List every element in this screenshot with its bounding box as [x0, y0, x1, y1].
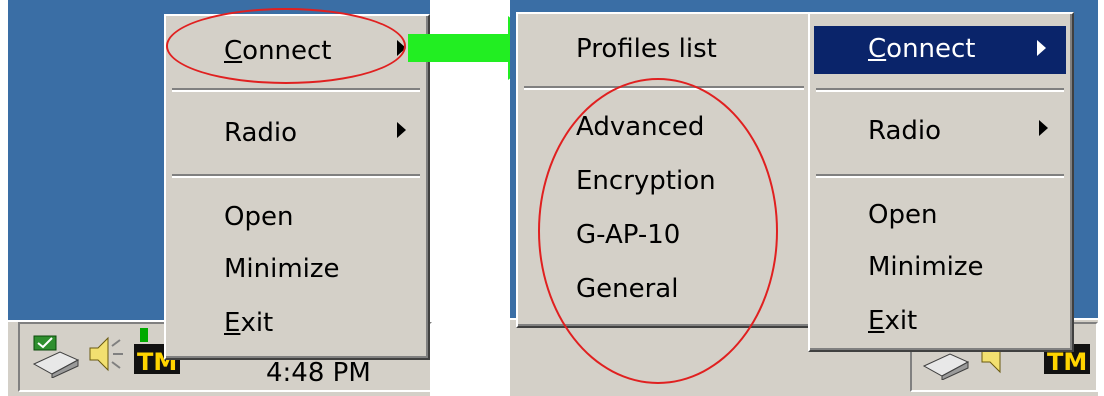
submenu-item-profile[interactable]: General: [518, 272, 812, 312]
menu-item-connect-label: Connect: [224, 36, 332, 66]
menu-item-connect[interactable]: Connect: [814, 26, 1066, 74]
menu-item-exit-label: Exit: [868, 306, 918, 336]
menu-separator: [816, 174, 1064, 178]
menu-item-open[interactable]: Open: [810, 198, 1072, 238]
tray-clock[interactable]: 4:48 PM: [266, 358, 371, 388]
profiles-submenu: Profiles list Advanced Encryption G-AP-1…: [516, 12, 814, 328]
menu-item-exit[interactable]: Exit: [166, 306, 428, 346]
menu-item-connect[interactable]: Connect: [166, 32, 428, 74]
svg-text:TM: TM: [1047, 348, 1087, 376]
submenu-item-profile[interactable]: G-AP-10: [518, 218, 812, 258]
menu-item-open[interactable]: Open: [166, 200, 428, 240]
context-menu-left: Connect Radio Open Minimize Exit: [164, 14, 430, 360]
menu-item-radio[interactable]: Radio: [810, 112, 1072, 154]
submenu-arrow-icon: [1039, 120, 1048, 136]
menu-separator: [816, 88, 1064, 92]
menu-item-minimize[interactable]: Minimize: [166, 252, 428, 292]
context-menu-right: Connect Radio Open Minimize Exit: [808, 12, 1074, 352]
submenu-arrow-icon: [397, 122, 406, 138]
menu-item-minimize[interactable]: Minimize: [810, 250, 1072, 290]
menu-item-connect-label: Connect: [868, 34, 976, 64]
submenu-item-profiles-list[interactable]: Profiles list: [518, 30, 812, 72]
submenu-arrow-icon: [1037, 40, 1046, 56]
network-connection-icon[interactable]: [30, 330, 82, 378]
submenu-item-profile[interactable]: Encryption: [518, 164, 812, 204]
menu-item-exit-label: Exit: [224, 308, 274, 338]
menu-separator: [172, 88, 420, 92]
submenu-item-profile[interactable]: Advanced: [518, 110, 812, 150]
menu-item-exit[interactable]: Exit: [810, 304, 1072, 344]
speaker-icon[interactable]: [86, 330, 126, 378]
menu-separator: [524, 86, 804, 90]
menu-separator: [172, 174, 420, 178]
menu-item-radio[interactable]: Radio: [166, 114, 428, 156]
